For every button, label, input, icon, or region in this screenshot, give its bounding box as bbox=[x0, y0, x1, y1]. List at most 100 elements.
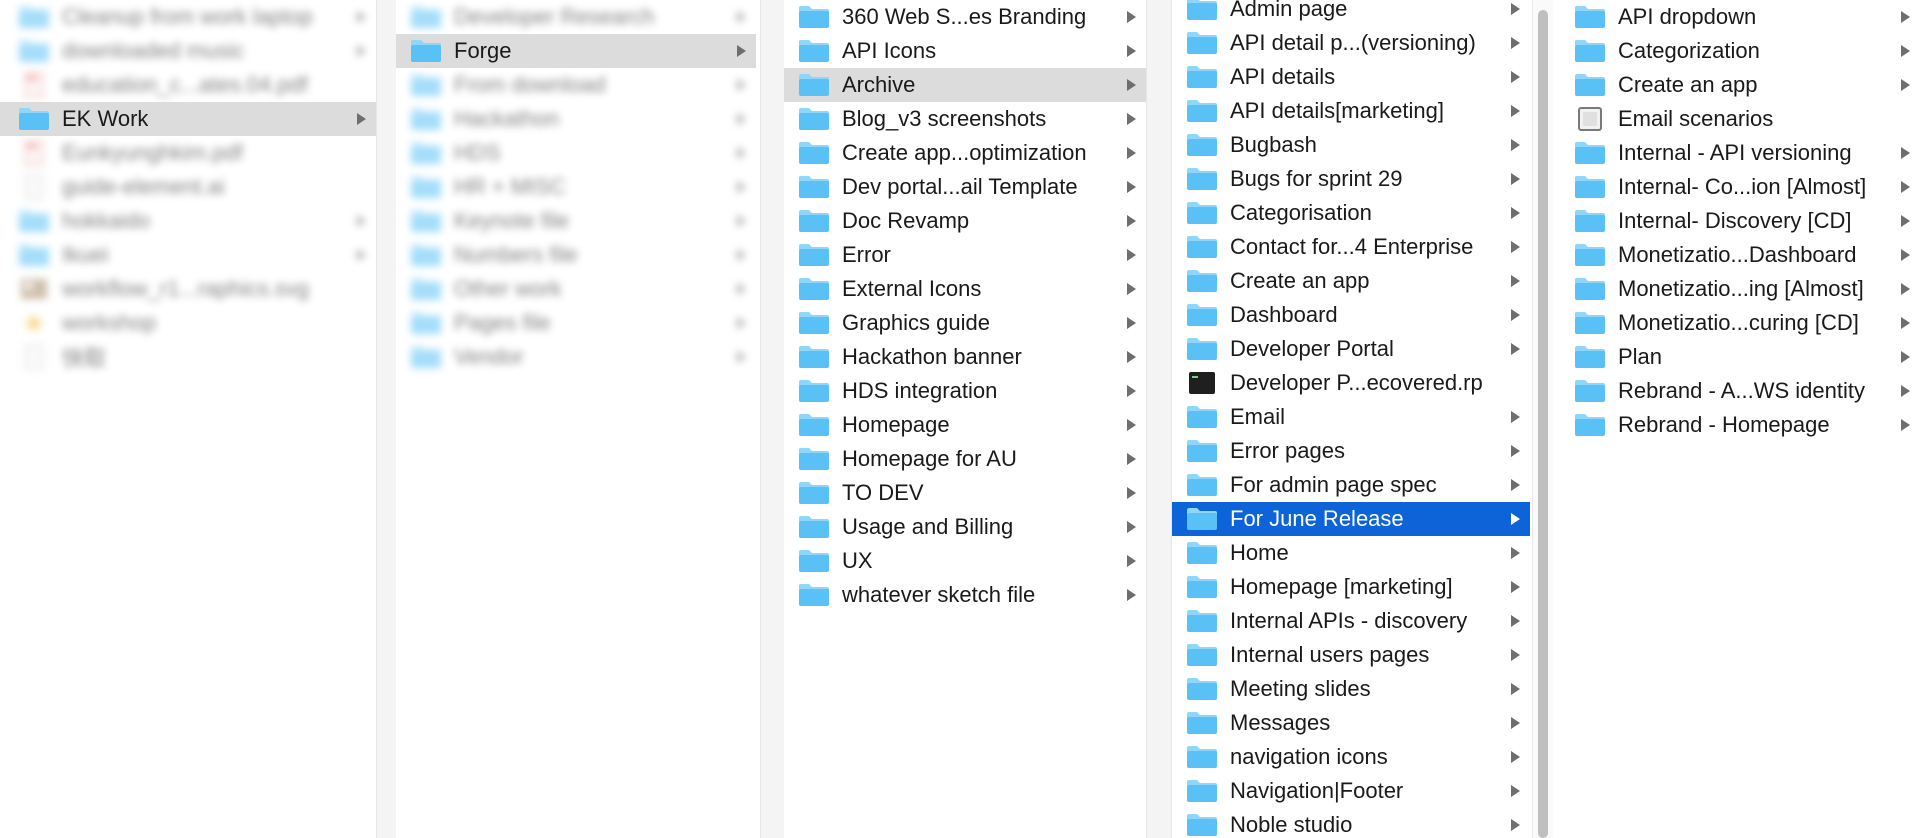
list-item[interactable]: Rebrand - A...WS identity bbox=[1560, 374, 1920, 408]
list-item[interactable]: Home bbox=[1172, 536, 1530, 570]
list-item[interactable]: Graphics guide bbox=[784, 306, 1146, 340]
column-3[interactable]: 360 Web S...es Branding API Icons Archive B… bbox=[784, 0, 1146, 838]
list-item[interactable]: Internal APIs - discovery bbox=[1172, 604, 1530, 638]
list-item[interactable]: API details[marketing] bbox=[1172, 94, 1530, 128]
list-item-label: Doc Revamp bbox=[842, 208, 970, 233]
column-4[interactable]: Admin page API detail p...(versioning) API… bbox=[1172, 0, 1530, 838]
list-item-label: 快取 bbox=[62, 346, 107, 371]
list-item[interactable]: For June Release bbox=[1172, 502, 1530, 536]
column-1[interactable]: Cleanup from work laptop downloaded music… bbox=[0, 0, 376, 838]
list-item[interactable]: Keynote file bbox=[396, 204, 756, 238]
list-item[interactable]: guide-element.ai bbox=[0, 170, 376, 204]
list-item[interactable]: whatever sketch file bbox=[784, 578, 1146, 612]
list-item[interactable]: Vendor bbox=[396, 340, 756, 374]
list-item[interactable]: API Icons bbox=[784, 34, 1146, 68]
list-item[interactable]: Developer Portal bbox=[1172, 332, 1530, 366]
disclosure-arrow-icon bbox=[1901, 181, 1910, 193]
list-item[interactable]: Numbers file bbox=[396, 238, 756, 272]
list-item-label: Categorization bbox=[1618, 38, 1760, 63]
column-2[interactable]: Developer Research Forge From download Hack… bbox=[396, 0, 756, 838]
list-item[interactable]: workflow_r1...raphics.svg bbox=[0, 272, 376, 306]
list-item[interactable]: workshop bbox=[0, 306, 376, 340]
list-item[interactable]: Other work bbox=[396, 272, 756, 306]
list-item[interactable]: 360 Web S...es Branding bbox=[784, 0, 1146, 34]
list-item[interactable]: Developer P...ecovered.rp bbox=[1172, 366, 1530, 400]
disclosure-arrow-icon bbox=[1511, 445, 1520, 457]
list-item[interactable]: Internal- Co...ion [Almost] bbox=[1560, 170, 1920, 204]
list-item[interactable]: HR + MISC bbox=[396, 170, 756, 204]
disclosure-arrow-icon bbox=[1127, 487, 1136, 499]
terminal-icon bbox=[1184, 370, 1220, 396]
list-item[interactable]: Forge bbox=[396, 34, 756, 68]
list-item[interactable]: API dropdown bbox=[1560, 0, 1920, 34]
list-item[interactable]: Create app...optimization bbox=[784, 136, 1146, 170]
list-item[interactable]: Archive bbox=[784, 68, 1146, 102]
folder-icon bbox=[1184, 472, 1220, 498]
list-item[interactable]: From download bbox=[396, 68, 756, 102]
list-item[interactable]: Noble studio bbox=[1172, 808, 1530, 838]
disclosure-arrow-icon bbox=[1511, 173, 1520, 185]
list-item[interactable]: hokkaido bbox=[0, 204, 376, 238]
list-item[interactable]: Messages bbox=[1172, 706, 1530, 740]
list-item[interactable]: Navigation|Footer bbox=[1172, 774, 1530, 808]
list-item[interactable]: API detail p...(versioning) bbox=[1172, 26, 1530, 60]
list-item[interactable]: navigation icons bbox=[1172, 740, 1530, 774]
list-item[interactable]: Bugs for sprint 29 bbox=[1172, 162, 1530, 196]
list-item[interactable]: Error pages bbox=[1172, 434, 1530, 468]
list-item[interactable]: Monetizatio...Dashboard bbox=[1560, 238, 1920, 272]
list-item[interactable]: Error bbox=[784, 238, 1146, 272]
list-item[interactable]: Categorization bbox=[1560, 34, 1920, 68]
list-item[interactable]: HDS integration bbox=[784, 374, 1146, 408]
column-5[interactable]: API dropdown Categorization Create an app E… bbox=[1560, 0, 1920, 838]
list-item[interactable]: Homepage [marketing] bbox=[1172, 570, 1530, 604]
list-item[interactable]: Categorisation bbox=[1172, 196, 1530, 230]
list-item-label: Dashboard bbox=[1230, 302, 1338, 327]
list-item[interactable]: Internal users pages bbox=[1172, 638, 1530, 672]
disclosure-arrow-icon bbox=[1511, 581, 1520, 593]
list-item[interactable]: UX bbox=[784, 544, 1146, 578]
list-item[interactable]: Internal- Discovery [CD] bbox=[1560, 204, 1920, 238]
folder-icon bbox=[16, 208, 52, 234]
list-item[interactable]: Hackathon banner bbox=[784, 340, 1146, 374]
list-item[interactable]: Pages file bbox=[396, 306, 756, 340]
list-item[interactable]: Cleanup from work laptop bbox=[0, 0, 376, 34]
list-item[interactable]: External Icons bbox=[784, 272, 1146, 306]
list-item[interactable]: Contact for...4 Enterprise bbox=[1172, 230, 1530, 264]
list-item[interactable]: Dev portal...ail Template bbox=[784, 170, 1146, 204]
list-item[interactable]: Bugbash bbox=[1172, 128, 1530, 162]
list-item[interactable]: Create an app bbox=[1172, 264, 1530, 298]
folder-icon bbox=[1184, 710, 1220, 736]
list-item[interactable]: Email scenarios bbox=[1560, 102, 1920, 136]
list-item[interactable]: Admin page bbox=[1172, 0, 1530, 26]
column-divider[interactable] bbox=[760, 0, 786, 838]
list-item[interactable]: Create an app bbox=[1560, 68, 1920, 102]
list-item[interactable]: Ikuei bbox=[0, 238, 376, 272]
list-item[interactable]: For admin page spec bbox=[1172, 468, 1530, 502]
list-item[interactable]: Blog_v3 screenshots bbox=[784, 102, 1146, 136]
list-item[interactable]: Rebrand - Homepage bbox=[1560, 408, 1920, 442]
list-item[interactable]: Eunkyunghkim.pdf bbox=[0, 136, 376, 170]
list-item[interactable]: HDS bbox=[396, 136, 756, 170]
list-item[interactable]: Homepage bbox=[784, 408, 1146, 442]
list-item[interactable]: Email bbox=[1172, 400, 1530, 434]
list-item[interactable]: 快取 bbox=[0, 340, 376, 374]
list-item[interactable]: education_c...ates.04.pdf bbox=[0, 68, 376, 102]
column-divider[interactable] bbox=[1146, 0, 1172, 838]
list-item[interactable]: EK Work bbox=[0, 102, 376, 136]
list-item[interactable]: Dashboard bbox=[1172, 298, 1530, 332]
column-4-scroll-thumb[interactable] bbox=[1538, 10, 1548, 838]
list-item[interactable]: Homepage for AU bbox=[784, 442, 1146, 476]
list-item[interactable]: Developer Research bbox=[396, 0, 756, 34]
list-item[interactable]: Monetizatio...ing [Almost] bbox=[1560, 272, 1920, 306]
list-item[interactable]: TO DEV bbox=[784, 476, 1146, 510]
list-item[interactable]: Monetizatio...curing [CD] bbox=[1560, 306, 1920, 340]
list-item[interactable]: downloaded music bbox=[0, 34, 376, 68]
list-item[interactable]: Plan bbox=[1560, 340, 1920, 374]
list-item[interactable]: Hackathon bbox=[396, 102, 756, 136]
list-item[interactable]: Usage and Billing bbox=[784, 510, 1146, 544]
list-item[interactable]: Meeting slides bbox=[1172, 672, 1530, 706]
folder-icon bbox=[1184, 574, 1220, 600]
list-item[interactable]: Doc Revamp bbox=[784, 204, 1146, 238]
list-item[interactable]: Internal - API versioning bbox=[1560, 136, 1920, 170]
list-item[interactable]: API details bbox=[1172, 60, 1530, 94]
